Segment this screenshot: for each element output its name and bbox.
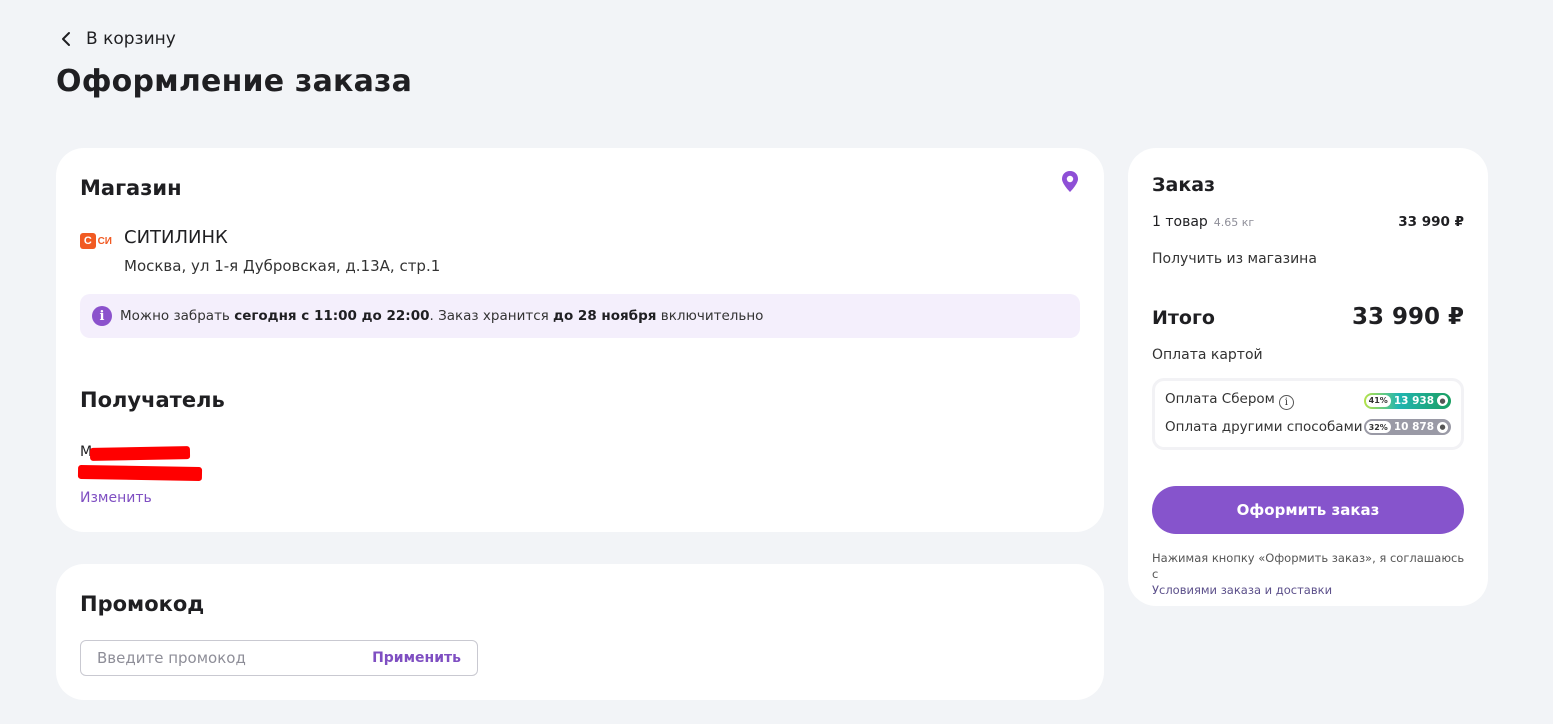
bonus-percent: 32%	[1365, 421, 1391, 433]
promo-input-box: Применить	[80, 640, 478, 676]
items-weight: 4.65 кг	[1213, 216, 1255, 229]
pickup-deadline: до 28 ноября	[553, 308, 657, 324]
pickup-time: сегодня с 11:00 до 22:00	[234, 308, 430, 324]
location-pin-icon[interactable]	[1060, 170, 1080, 194]
payment-option-label: Оплата Сбером	[1165, 391, 1275, 407]
checkout-button[interactable]: Оформить заказ	[1152, 486, 1464, 534]
bonus-amount: 10 878	[1393, 421, 1434, 433]
promo-section-title: Промокод	[80, 592, 205, 616]
redacted-recipient-contact	[77, 464, 203, 482]
payment-method: Оплата картой	[1152, 347, 1263, 363]
chevron-left-icon	[62, 32, 70, 46]
promo-card: Промокод Применить	[56, 564, 1104, 700]
terms-link[interactable]: Условиями заказа и доставки	[1152, 583, 1332, 597]
coin-icon: ●	[1437, 421, 1448, 433]
store-logo-icon: C	[80, 233, 96, 249]
store-logo: C СИ	[80, 232, 112, 250]
delivery-method: Получить из магазина	[1152, 251, 1317, 267]
store-name: СИТИЛИНК	[124, 227, 228, 248]
change-recipient-link[interactable]: Изменить	[80, 490, 152, 506]
pickup-info-text: Можно забрать сегодня с 11:00 до 22:00. …	[120, 308, 764, 324]
store-card: Магазин C СИ СИТИЛИНК Москва, ул 1-я Дуб…	[56, 148, 1104, 532]
terms-text: Нажимая кнопку «Оформить заказ», я согла…	[1152, 551, 1465, 597]
recipient-section-title: Получатель	[80, 388, 225, 412]
info-icon[interactable]: i	[1278, 395, 1294, 410]
page-title: Оформление заказа	[56, 64, 413, 99]
bonus-pill-sber: 41% 13 938 ●	[1363, 392, 1451, 409]
items-count: 1 товар	[1152, 214, 1208, 230]
total-row: Итого 33 990 ₽	[1152, 304, 1464, 330]
store-section-title: Магазин	[80, 176, 182, 200]
items-price: 33 990 ₽	[1398, 214, 1464, 230]
back-to-cart-link[interactable]: В корзину	[58, 29, 176, 49]
payment-bonus-box: Оплата Сбером i 41% 13 938 ● Оплата други…	[1152, 378, 1464, 450]
total-label: Итого	[1152, 307, 1215, 329]
store-address: Москва, ул 1-я Дубровская, д.13А, стр.1	[124, 257, 441, 275]
payment-option-label: Оплата другими способами	[1165, 419, 1363, 435]
coin-icon: ●	[1437, 395, 1448, 406]
promo-code-input[interactable]	[97, 649, 357, 667]
bonus-percent: 41%	[1365, 394, 1391, 407]
payment-option-other: Оплата другими способами 32% 10 878 ●	[1165, 419, 1451, 435]
pickup-info-banner: i Можно забрать сегодня с 11:00 до 22:00…	[80, 294, 1080, 338]
store-logo-text: СИ	[97, 235, 112, 247]
total-value: 33 990 ₽	[1351, 304, 1464, 330]
apply-promo-button[interactable]: Применить	[372, 650, 461, 666]
order-items-row: 1 товар 4.65 кг 33 990 ₽	[1152, 214, 1464, 230]
redacted-recipient-name	[89, 446, 191, 461]
order-summary-title: Заказ	[1152, 174, 1216, 196]
payment-option-sber: Оплата Сбером i 41% 13 938 ●	[1165, 391, 1451, 410]
back-link-label: В корзину	[86, 29, 176, 49]
bonus-pill-other: 32% 10 878 ●	[1363, 419, 1451, 435]
info-icon: i	[92, 306, 112, 326]
order-summary-card: Заказ 1 товар 4.65 кг 33 990 ₽ Получить и…	[1128, 148, 1488, 606]
bonus-amount: 13 938	[1393, 394, 1434, 407]
